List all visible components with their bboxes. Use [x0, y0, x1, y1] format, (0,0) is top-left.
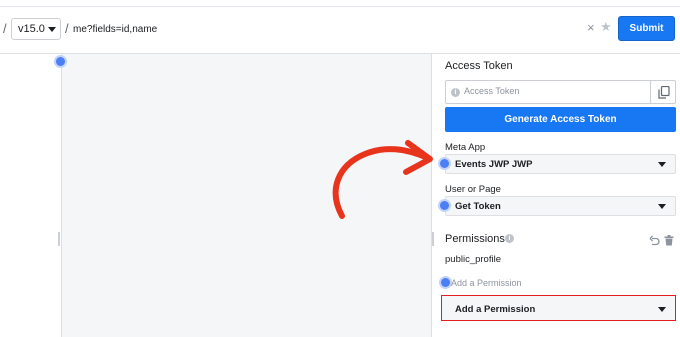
- chevron-down-icon: [658, 162, 666, 167]
- info-icon: i: [505, 234, 514, 243]
- path-separator: /: [65, 21, 69, 36]
- undo-icon[interactable]: [649, 235, 660, 246]
- permissions-title: Permissions: [445, 233, 505, 245]
- graph-query-input[interactable]: [70, 18, 614, 40]
- copy-icon: [657, 85, 670, 99]
- chevron-down-icon: [48, 27, 56, 32]
- clear-icon[interactable]: ×: [587, 21, 595, 35]
- top-strip: [0, 0, 680, 7]
- annotation-arrow: [332, 140, 433, 219]
- star-icon[interactable]: ★: [600, 20, 612, 34]
- add-permission-select-label: Add a Permission: [455, 304, 536, 315]
- left-gutter: [0, 54, 56, 337]
- user-or-page-label: User or Page: [445, 184, 501, 195]
- version-select[interactable]: v15.0: [11, 18, 61, 40]
- meta-app-label: Meta App: [445, 142, 486, 153]
- meta-app-selected: Events JWP JWP: [455, 159, 533, 170]
- add-permission-placeholder[interactable]: Add a Permission: [451, 278, 522, 288]
- trash-icon[interactable]: [664, 235, 674, 246]
- access-token-title: Access Token: [445, 60, 513, 72]
- access-token-placeholder: Access Token: [464, 86, 520, 96]
- submit-button[interactable]: Submit: [618, 16, 675, 41]
- generate-access-token-button[interactable]: Generate Access Token: [445, 107, 676, 132]
- marker-dot: [56, 57, 65, 66]
- resize-handle[interactable]: [58, 232, 60, 246]
- version-label: v15.0: [18, 23, 45, 35]
- chevron-down-icon: [658, 204, 666, 209]
- copy-button[interactable]: [650, 80, 676, 104]
- marker-dot: [441, 278, 450, 287]
- info-icon: i: [451, 88, 460, 97]
- permission-item: public_profile: [445, 254, 501, 265]
- path-separator: /: [3, 21, 7, 36]
- chevron-down-icon: [658, 307, 666, 312]
- user-or-page-selected: Get Token: [455, 201, 501, 212]
